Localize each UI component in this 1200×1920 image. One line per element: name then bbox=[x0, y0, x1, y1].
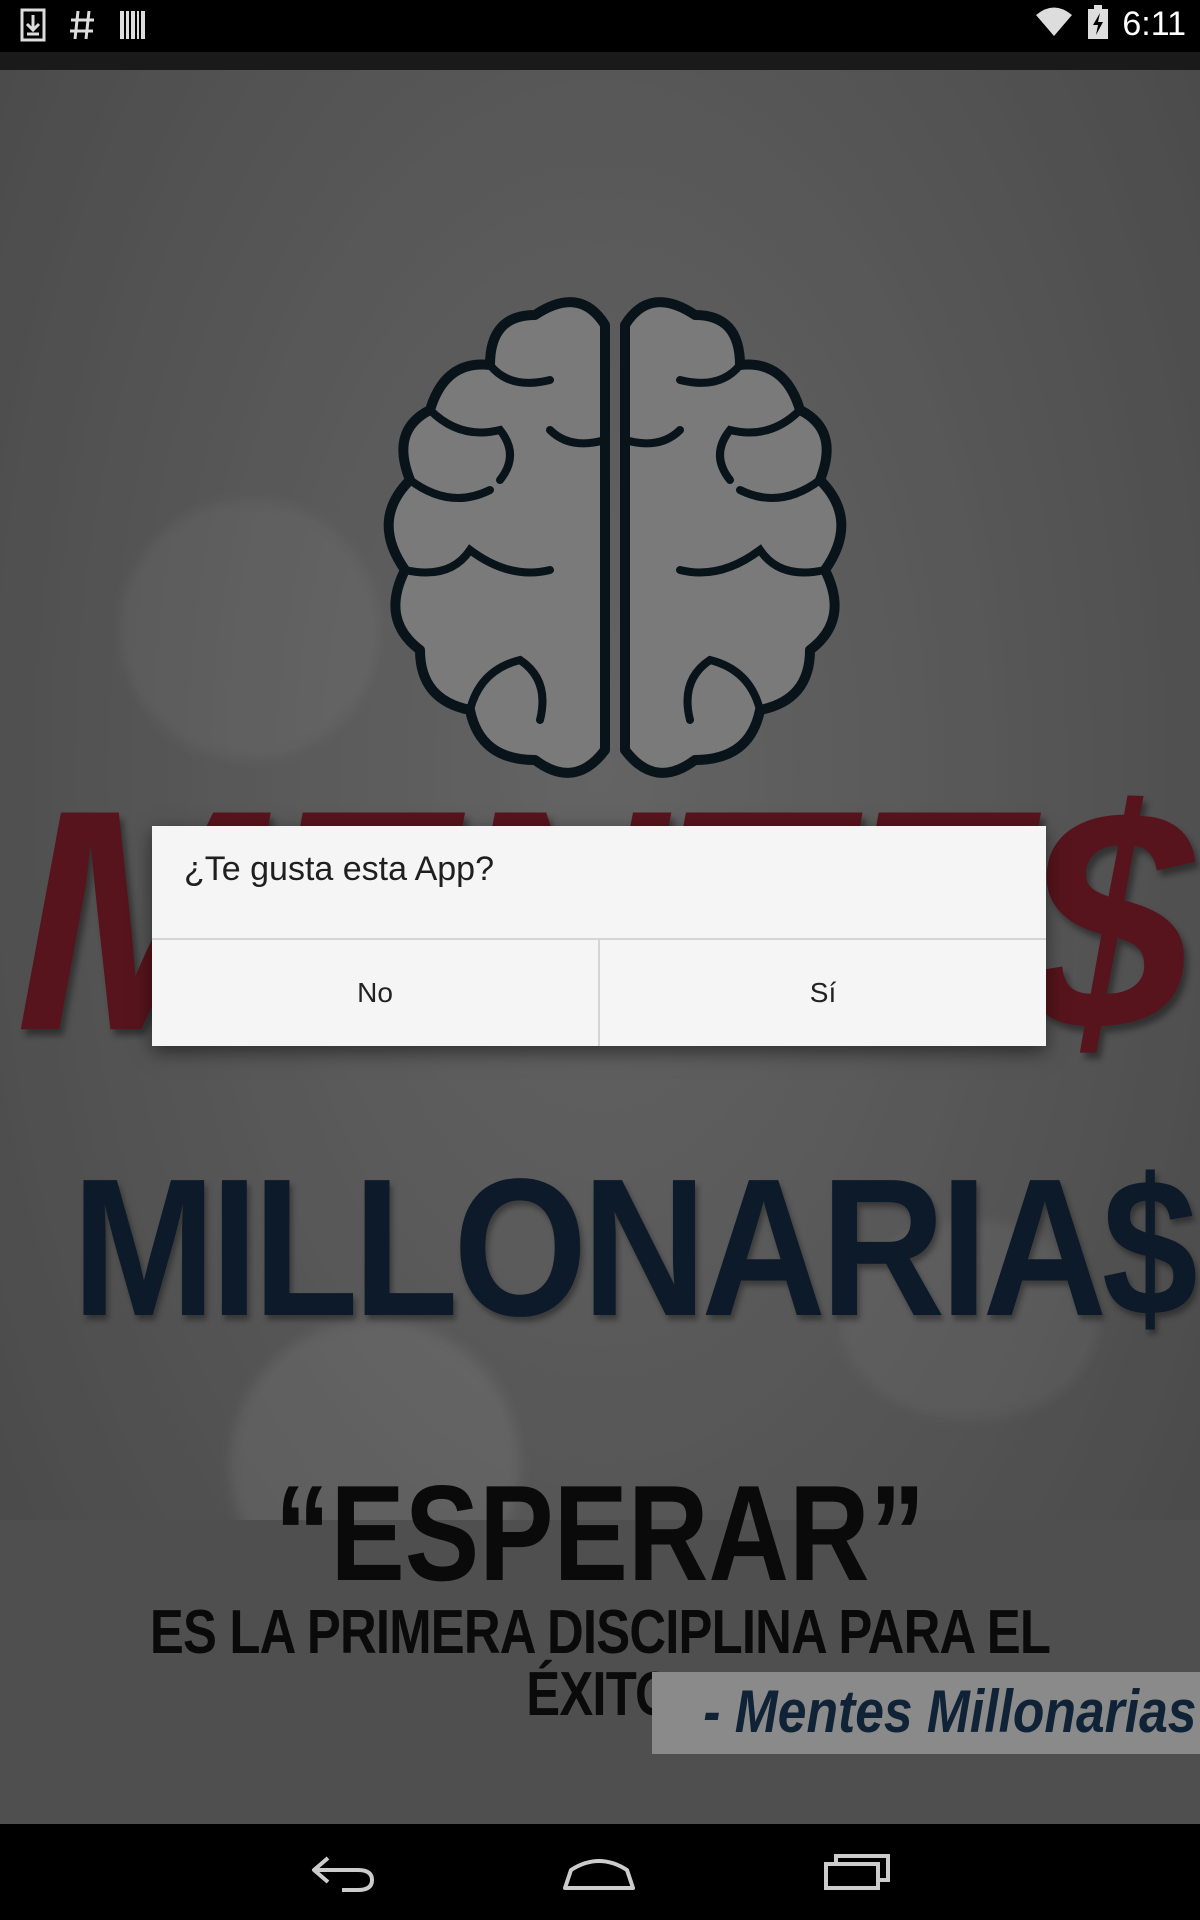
back-icon bbox=[312, 1856, 375, 1892]
notification-icons bbox=[20, 8, 146, 47]
quote-author: - Mentes Millonarias bbox=[702, 1678, 1196, 1745]
wifi-icon bbox=[1034, 6, 1074, 43]
status-time: 6:11 bbox=[1122, 5, 1186, 43]
hash-icon bbox=[68, 8, 96, 47]
quote-heading: “ESPERAR” bbox=[274, 1457, 926, 1609]
navigation-bar bbox=[0, 1824, 1200, 1920]
home-button[interactable] bbox=[554, 1842, 644, 1902]
status-divider bbox=[0, 52, 1200, 70]
yes-button[interactable]: Sí bbox=[600, 940, 1046, 1046]
status-bar: 6:11 bbox=[0, 0, 1200, 52]
dialog-title: ¿Te gusta esta App? bbox=[184, 850, 494, 888]
back-button[interactable] bbox=[298, 1842, 388, 1902]
barcode-icon bbox=[118, 9, 146, 46]
recents-button[interactable] bbox=[812, 1842, 902, 1902]
rating-dialog: ¿Te gusta esta App? No Sí bbox=[152, 826, 1046, 1046]
download-icon bbox=[20, 8, 46, 47]
system-icons: 6:11 bbox=[1034, 4, 1186, 45]
no-button[interactable]: No bbox=[152, 940, 598, 1046]
battery-charging-icon bbox=[1086, 4, 1110, 45]
home-icon bbox=[563, 1859, 635, 1890]
recents-icon bbox=[824, 1854, 890, 1890]
